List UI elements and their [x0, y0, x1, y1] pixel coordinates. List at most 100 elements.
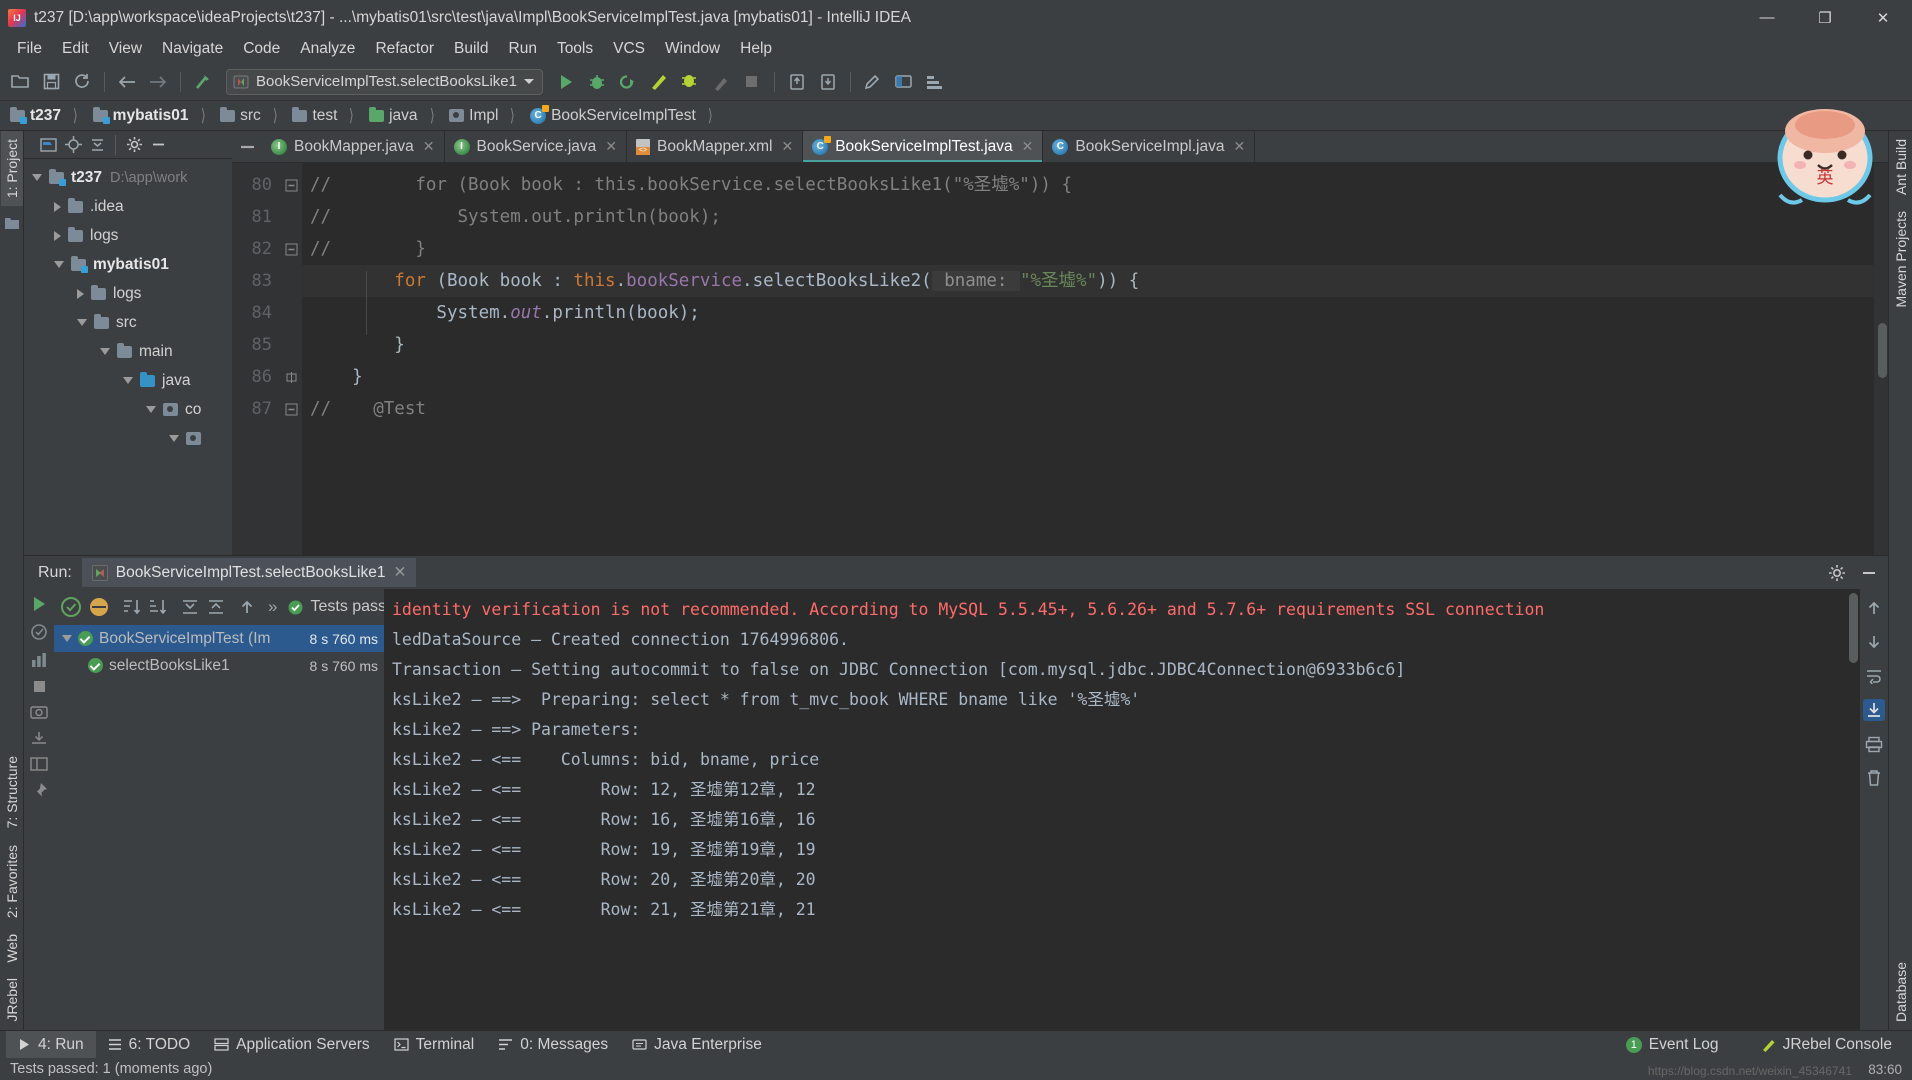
chevron-down-icon[interactable] — [77, 319, 87, 326]
jrebel-console-button[interactable]: JRebel Console — [1749, 1031, 1904, 1059]
code-line-82[interactable]: // } — [302, 233, 1874, 265]
close-icon[interactable]: ✕ — [1233, 138, 1245, 155]
bottom-tab-java-enterprise[interactable]: Java Enterprise — [620, 1031, 774, 1059]
hide-tabs-icon[interactable] — [232, 131, 262, 162]
tree-node-idea[interactable]: .idea — [24, 192, 232, 221]
editor-tab-bookserviceimpltest-java[interactable]: BookServiceImplTest.java ✕ — [803, 131, 1044, 162]
settings-gear-icon[interactable] — [123, 134, 145, 156]
rerun-failed-icon[interactable] — [30, 623, 48, 641]
code-line-84[interactable]: System.out.println(book); — [302, 297, 1874, 329]
tree-node-logs[interactable]: logs — [24, 221, 232, 250]
chevron-down-icon[interactable] — [523, 79, 534, 84]
editor-vscrollbar[interactable] — [1878, 323, 1887, 378]
sidebar-tab-web[interactable]: Web — [1, 926, 23, 971]
expand-all-icon[interactable] — [180, 598, 200, 616]
update-app-icon[interactable] — [783, 68, 811, 96]
menu-tools[interactable]: Tools — [548, 37, 602, 61]
breadcrumb-item-java[interactable]: java ⟩ — [365, 104, 445, 128]
code-line-85[interactable]: } — [302, 329, 1874, 361]
print-icon[interactable] — [1863, 733, 1885, 755]
settings-gear-icon[interactable] — [859, 68, 887, 96]
refresh-icon[interactable] — [68, 68, 96, 96]
open-folder-icon[interactable] — [6, 68, 34, 96]
close-icon[interactable]: ✕ — [781, 138, 793, 155]
breadcrumb-item-src[interactable]: src ⟩ — [216, 104, 288, 128]
tree-node-mybatis01[interactable]: mybatis01 — [24, 250, 232, 279]
chevron-down-icon[interactable] — [169, 435, 179, 442]
jrebel-debug-icon[interactable]: JR — [676, 68, 704, 96]
chevron-down-icon[interactable] — [62, 635, 72, 642]
chevron-down-icon[interactable] — [146, 406, 156, 413]
back-arrow-icon[interactable] — [113, 68, 141, 96]
menu-navigate[interactable]: Navigate — [153, 37, 232, 61]
chevron-down-icon[interactable] — [32, 174, 42, 181]
tree-node-java[interactable]: java — [24, 366, 232, 395]
locate-icon[interactable] — [62, 134, 84, 156]
editor-tab-bookmapper-java[interactable]: BookMapper.java ✕ — [262, 131, 445, 162]
close-icon[interactable]: ✕ — [393, 563, 406, 582]
tree-node-main[interactable]: main — [24, 337, 232, 366]
caret-position[interactable]: 83:60 — [1868, 1062, 1902, 1077]
sort-alpha-icon[interactable] — [122, 598, 142, 616]
editor-tab-bookserviceimpl-java[interactable]: BookServiceImpl.java ✕ — [1043, 131, 1256, 162]
test-tree-row-method[interactable]: selectBooksLike1 8 s 760 ms — [54, 652, 384, 679]
sidebar-tab-structure[interactable]: 7: Structure — [1, 748, 23, 836]
scroll-down-icon[interactable] — [1863, 631, 1885, 653]
maximize-button[interactable]: ❐ — [1796, 0, 1854, 35]
camera-icon[interactable] — [30, 704, 48, 720]
menu-view[interactable]: View — [100, 37, 151, 61]
close-icon[interactable]: ✕ — [423, 138, 435, 155]
forward-arrow-icon[interactable] — [144, 68, 172, 96]
project-folder-icon[interactable] — [2, 213, 22, 233]
run-session-tab[interactable]: BookServiceImplTest.selectBooksLike1 ✕ — [81, 558, 417, 587]
menu-refactor[interactable]: Refactor — [366, 37, 443, 61]
tree-node-module-logs[interactable]: logs — [24, 279, 232, 308]
menu-vcs[interactable]: VCS — [604, 37, 654, 61]
editor-tab-bookmapper-xml[interactable]: BookMapper.xml ✕ — [627, 131, 804, 162]
save-icon[interactable] — [37, 68, 65, 96]
download-app-icon[interactable] — [814, 68, 842, 96]
chevron-right-icon[interactable] — [54, 201, 61, 212]
tree-node-com[interactable]: co — [24, 395, 232, 424]
prev-failed-icon[interactable] — [238, 598, 256, 616]
bottom-tab-run[interactable]: 4: Run — [6, 1030, 96, 1059]
stop-icon[interactable] — [32, 679, 47, 694]
menu-run[interactable]: Run — [500, 37, 546, 61]
bottom-tab-application-servers[interactable]: Application Servers — [202, 1031, 382, 1059]
show-ignored-icon[interactable] — [88, 596, 110, 618]
menu-code[interactable]: Code — [234, 37, 289, 61]
build-hammer-icon[interactable] — [189, 68, 217, 96]
sort-duration-icon[interactable] — [148, 598, 168, 616]
console-output[interactable]: identity verification is not recommended… — [384, 589, 1860, 1030]
chevron-right-icon[interactable] — [54, 230, 61, 241]
close-icon[interactable]: ✕ — [605, 138, 617, 155]
test-tree-row-class[interactable]: BookServiceImplTest (Im 8 s 760 ms — [54, 625, 384, 652]
pin-icon[interactable] — [30, 782, 48, 800]
breadcrumb-item-mybatis01[interactable]: mybatis01 ⟩ — [89, 104, 216, 128]
code-line-87[interactable]: // @Test — [302, 393, 1874, 425]
bottom-tab-messages[interactable]: 0: Messages — [486, 1031, 620, 1059]
menu-build[interactable]: Build — [445, 37, 497, 61]
editor-tab-bookservice-java[interactable]: BookService.java ✕ — [445, 131, 628, 162]
run-configuration-selector[interactable]: BookServiceImplTest.selectBooksLike1 — [226, 68, 543, 95]
sidebar-tab-ant-build[interactable]: Ant Build — [1890, 131, 1912, 203]
toggle-passed-icon[interactable] — [60, 596, 82, 618]
settings-gear-icon[interactable] — [1828, 564, 1846, 582]
scroll-up-icon[interactable] — [1863, 597, 1885, 619]
bottom-tab-terminal[interactable]: Terminal — [382, 1031, 487, 1059]
sidebar-tab-database[interactable]: Database — [1890, 954, 1912, 1030]
collapse-all-icon[interactable] — [86, 134, 108, 156]
menu-edit[interactable]: Edit — [53, 37, 98, 61]
run-with-coverage-icon[interactable] — [614, 68, 642, 96]
tree-node-src[interactable]: src — [24, 308, 232, 337]
sidebar-tab-jrebel[interactable]: JRebel — [1, 970, 23, 1030]
chevron-down-icon[interactable] — [100, 348, 110, 355]
bottom-tab-todo[interactable]: 6: TODO — [96, 1031, 202, 1059]
fold-toggle-86[interactable] — [280, 361, 302, 393]
structure-icon[interactable] — [921, 68, 949, 96]
code-line-80[interactable]: // for (Book book : this.bookService.sel… — [302, 169, 1874, 201]
sidebar-tab-project[interactable]: 1: Project — [0, 131, 23, 207]
code-line-86[interactable]: } — [302, 361, 1874, 393]
collapse-all-icon[interactable] — [206, 598, 226, 616]
fold-toggle-82[interactable] — [280, 233, 302, 265]
